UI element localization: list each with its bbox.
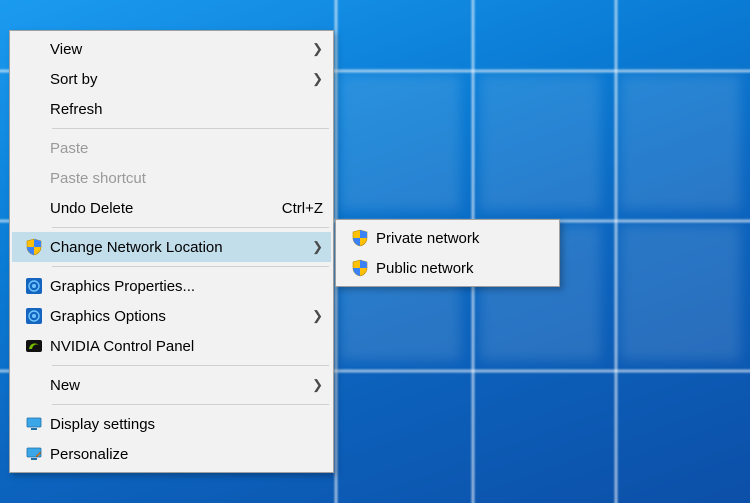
menu-undo-delete-label: Undo Delete: [50, 200, 270, 217]
chevron-right-icon: ❯: [307, 71, 323, 87]
menu-separator: [52, 266, 329, 267]
menu-change-network-location[interactable]: Change Network Location ❯: [12, 232, 331, 262]
menu-separator: [52, 365, 329, 366]
menu-view-label: View: [50, 41, 307, 58]
blank-icon: [18, 37, 50, 61]
blank-icon: [18, 196, 50, 220]
submenu-private-network[interactable]: Private network: [338, 223, 557, 253]
menu-paste: Paste: [12, 133, 331, 163]
network-location-submenu: Private network Public network: [335, 219, 560, 287]
submenu-public-network-label: Public network: [376, 260, 549, 277]
menu-paste-shortcut: Paste shortcut: [12, 163, 331, 193]
menu-display-settings-label: Display settings: [50, 416, 323, 433]
menu-separator: [52, 404, 329, 405]
menu-nvidia-control-panel[interactable]: NVIDIA Control Panel: [12, 331, 331, 361]
menu-personalize-label: Personalize: [50, 446, 323, 463]
menu-refresh-label: Refresh: [50, 101, 323, 118]
menu-new-label: New: [50, 377, 307, 394]
blank-icon: [18, 136, 50, 160]
menu-paste-label: Paste: [50, 140, 323, 157]
submenu-private-network-label: Private network: [376, 230, 549, 247]
blank-icon: [18, 373, 50, 397]
menu-change-network-location-label: Change Network Location: [50, 239, 307, 256]
menu-undo-delete-shortcut: Ctrl+Z: [282, 200, 323, 217]
menu-graphics-properties[interactable]: Graphics Properties...: [12, 271, 331, 301]
menu-graphics-options[interactable]: Graphics Options ❯: [12, 301, 331, 331]
menu-sort-by-label: Sort by: [50, 71, 307, 88]
nvidia-icon: [18, 334, 50, 358]
chevron-right-icon: ❯: [307, 308, 323, 324]
menu-graphics-properties-label: Graphics Properties...: [50, 278, 323, 295]
intel-graphics-icon: [18, 304, 50, 328]
chevron-right-icon: ❯: [307, 377, 323, 393]
menu-separator: [52, 227, 329, 228]
chevron-right-icon: ❯: [307, 239, 323, 255]
desktop-context-menu: View ❯ Sort by ❯ Refresh Paste Paste sho…: [9, 30, 334, 473]
chevron-right-icon: ❯: [307, 41, 323, 57]
menu-paste-shortcut-label: Paste shortcut: [50, 170, 323, 187]
personalize-icon: [18, 442, 50, 466]
submenu-public-network[interactable]: Public network: [338, 253, 557, 283]
menu-separator: [52, 128, 329, 129]
shield-icon: [344, 256, 376, 280]
menu-undo-delete[interactable]: Undo Delete Ctrl+Z: [12, 193, 331, 223]
menu-refresh[interactable]: Refresh: [12, 94, 331, 124]
shield-icon: [344, 226, 376, 250]
intel-graphics-icon: [18, 274, 50, 298]
blank-icon: [18, 97, 50, 121]
menu-display-settings[interactable]: Display settings: [12, 409, 331, 439]
menu-view[interactable]: View ❯: [12, 34, 331, 64]
monitor-icon: [18, 412, 50, 436]
menu-graphics-options-label: Graphics Options: [50, 308, 307, 325]
blank-icon: [18, 166, 50, 190]
blank-icon: [18, 67, 50, 91]
menu-new[interactable]: New ❯: [12, 370, 331, 400]
shield-icon: [18, 235, 50, 259]
desktop-wallpaper: TenForums.com View ❯ Sort by ❯ Refresh P…: [0, 0, 750, 503]
menu-sort-by[interactable]: Sort by ❯: [12, 64, 331, 94]
menu-personalize[interactable]: Personalize: [12, 439, 331, 469]
menu-nvidia-label: NVIDIA Control Panel: [50, 338, 323, 355]
